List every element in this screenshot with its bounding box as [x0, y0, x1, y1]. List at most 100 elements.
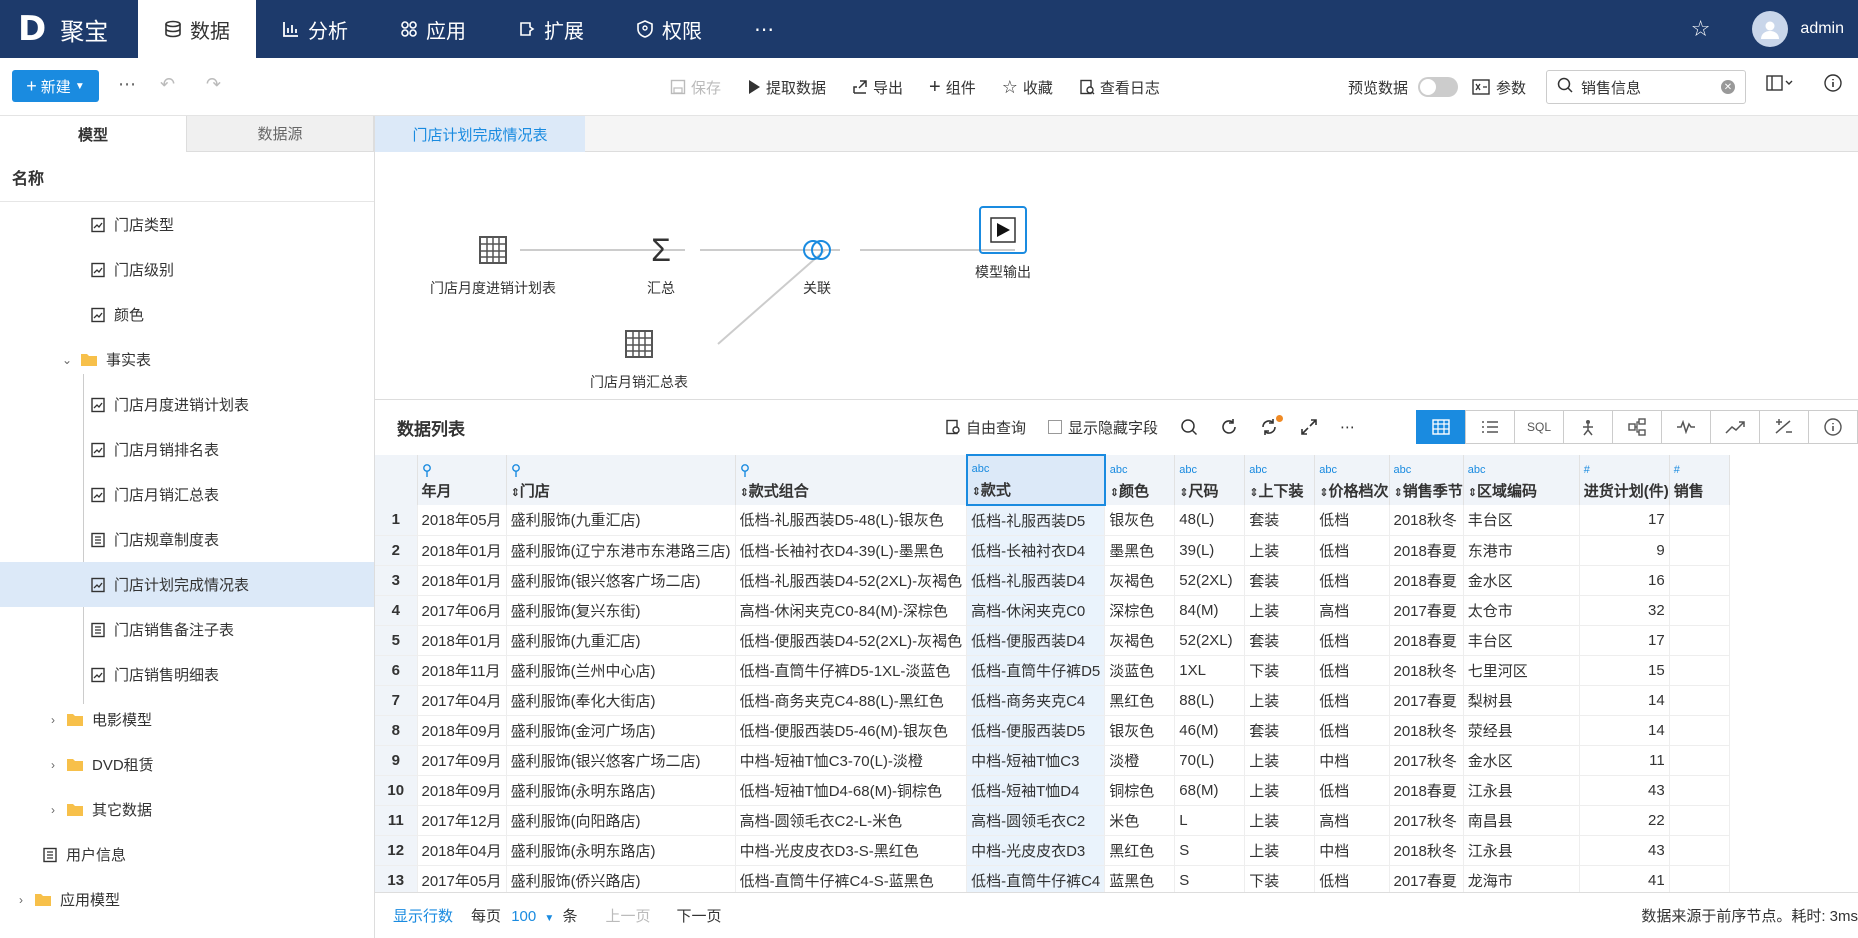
table-cell[interactable]: 盛利服饰(侨兴路店): [506, 865, 736, 892]
tree-item[interactable]: 门店规章制度表: [0, 517, 374, 562]
favorite-button[interactable]: ☆ 收藏: [1002, 77, 1053, 98]
table-cell[interactable]: 2018春夏: [1389, 625, 1464, 656]
table-cell[interactable]: 米色: [1104, 805, 1176, 836]
table-cell[interactable]: 淡橙: [1104, 745, 1176, 776]
table-cell[interactable]: 低档: [1314, 865, 1390, 892]
table-cell[interactable]: 2017年09月: [417, 745, 507, 776]
process-icon[interactable]: [1563, 410, 1613, 444]
node-sum[interactable]: Σ 汇总: [641, 230, 681, 298]
compare-icon[interactable]: [1759, 410, 1809, 444]
table-cell[interactable]: 低档-礼服西装D4-52(2XL)-灰褐色: [735, 565, 968, 596]
undo-icon[interactable]: ↶: [160, 74, 175, 95]
table-cell[interactable]: 盛利服饰(银兴悠客广场二店): [506, 565, 736, 596]
table-cell[interactable]: 中档-短袖T恤C3: [966, 745, 1106, 776]
search-input[interactable]: [1581, 78, 1721, 96]
preview-data-toggle[interactable]: 预览数据: [1348, 58, 1459, 116]
avatar[interactable]: [1752, 11, 1789, 47]
table-row[interactable]: 3 2018年01月 盛利服饰(银兴悠客广场二店) 低档-礼服西装D4-52(2XL)…: [375, 565, 1730, 596]
table-cell[interactable]: 淡蓝色: [1104, 655, 1176, 686]
table-cell[interactable]: 低档-直筒牛仔裤D5: [966, 655, 1106, 686]
sort-icon[interactable]: ⇕: [1468, 487, 1477, 499]
grid-view-button[interactable]: [1416, 410, 1466, 444]
table-cell[interactable]: 低档-直筒牛仔裤C4-S-蓝黑色: [735, 865, 968, 892]
table-cell[interactable]: 88(L): [1174, 685, 1246, 716]
logo[interactable]: D 聚宝: [0, 0, 138, 58]
table-cell[interactable]: 低档-便服西装D5-46(M)-银灰色: [735, 715, 968, 746]
table-cell[interactable]: 黑红色: [1104, 685, 1176, 716]
sort-icon[interactable]: ⇕: [511, 487, 520, 499]
table-cell[interactable]: 低档-直筒牛仔裤C4: [966, 865, 1106, 892]
chevron-right-icon[interactable]: ›: [14, 893, 28, 907]
table-cell[interactable]: 16: [1579, 565, 1670, 596]
table-cell[interactable]: 2017年12月: [417, 805, 507, 836]
tree-item[interactable]: 门店月销汇总表: [0, 472, 374, 517]
table-cell[interactable]: 盛利服饰(金河广场店): [506, 715, 736, 746]
table-cell[interactable]: 梨树县: [1463, 685, 1580, 716]
table-cell[interactable]: 低档: [1314, 505, 1390, 536]
table-cell[interactable]: 2017年05月: [417, 865, 507, 892]
table-cell[interactable]: 11: [1579, 745, 1670, 776]
table-cell[interactable]: 68(M): [1174, 775, 1246, 806]
table-cell[interactable]: 上装: [1244, 535, 1316, 566]
table-cell[interactable]: 灰褐色: [1104, 625, 1176, 656]
table-row[interactable]: 2 2018年01月 盛利服饰(辽宁东港市东港路三店) 低档-长袖衬衣D4-39(L)…: [375, 535, 1730, 566]
table-cell[interactable]: [1669, 595, 1730, 626]
table-cell[interactable]: 中档-光皮皮衣D3-S-黑红色: [735, 835, 968, 866]
table-cell[interactable]: 下装: [1244, 655, 1316, 686]
table-cell[interactable]: 2018年04月: [417, 835, 507, 866]
table-cell[interactable]: 46(M): [1174, 715, 1246, 746]
list-view-button[interactable]: [1465, 410, 1515, 444]
table-cell[interactable]: 48(L): [1174, 505, 1246, 536]
table-cell[interactable]: [1669, 625, 1730, 656]
table-cell[interactable]: 高档-休闲夹克C0: [966, 595, 1106, 626]
table-cell[interactable]: 盛利服饰(银兴悠客广场二店): [506, 745, 736, 776]
checkbox[interactable]: [1048, 420, 1063, 434]
table-cell[interactable]: 盛利服饰(永明东路店): [506, 835, 736, 866]
nav-extension[interactable]: 扩展: [492, 0, 610, 58]
table-cell[interactable]: 金水区: [1463, 565, 1580, 596]
table-cell[interactable]: 低档-短袖T恤D4-68(M)-铜棕色: [735, 775, 968, 806]
table-cell[interactable]: 银灰色: [1104, 715, 1176, 746]
table-cell[interactable]: 龙海市: [1463, 865, 1580, 892]
table-cell[interactable]: [1669, 835, 1730, 866]
table-cell[interactable]: 低档: [1314, 535, 1390, 566]
extract-data-button[interactable]: 提取数据: [747, 77, 826, 98]
table-cell[interactable]: 盛利服饰(奉化大街店): [506, 685, 736, 716]
table-cell[interactable]: 2017春夏: [1389, 595, 1464, 626]
column-header[interactable]: abc ⇕尺码: [1174, 455, 1246, 505]
search-box[interactable]: ✕: [1546, 70, 1746, 104]
table-cell[interactable]: 套装: [1244, 625, 1316, 656]
table-cell[interactable]: [1669, 865, 1730, 892]
table-cell[interactable]: 盛利服饰(永明东路店): [506, 775, 736, 806]
param-button[interactable]: 参数: [1472, 58, 1526, 116]
table-cell[interactable]: 2018年05月: [417, 505, 507, 536]
per-page-value[interactable]: 100: [511, 908, 536, 925]
view-log-button[interactable]: 查看日志: [1079, 77, 1160, 98]
tree-icon[interactable]: [1612, 410, 1662, 444]
table-cell[interactable]: [1669, 685, 1730, 716]
table-cell[interactable]: 中档: [1314, 745, 1390, 776]
more-icon[interactable]: ⋯: [1340, 418, 1355, 436]
table-row[interactable]: 12 2018年04月 盛利服饰(永明东路店) 中档-光皮皮衣D3-S-黑红色 中档-光…: [375, 835, 1730, 866]
table-cell[interactable]: 深棕色: [1104, 595, 1176, 626]
table-cell[interactable]: 2018秋冬: [1389, 715, 1464, 746]
node-join[interactable]: 关联: [797, 230, 837, 298]
table-cell[interactable]: 低档-短袖T恤D4: [966, 775, 1106, 806]
table-cell[interactable]: 17: [1579, 625, 1670, 656]
table-cell[interactable]: 高档-圆领毛衣C2: [966, 805, 1106, 836]
table-cell[interactable]: 盛利服饰(九重汇店): [506, 625, 736, 656]
refresh-icon[interactable]: [1220, 418, 1238, 436]
table-cell[interactable]: 低档-便服西装D4-52(2XL)-灰褐色: [735, 625, 968, 656]
sort-icon[interactable]: ⇕: [1110, 487, 1119, 499]
table-cell[interactable]: 盛利服饰(复兴东街): [506, 595, 736, 626]
tree-item[interactable]: 门店计划完成情况表: [0, 562, 374, 607]
table-cell[interactable]: 2018春夏: [1389, 535, 1464, 566]
table-cell[interactable]: 2018年01月: [417, 535, 507, 566]
table-cell[interactable]: 低档: [1314, 685, 1390, 716]
table-cell[interactable]: 39(L): [1174, 535, 1246, 566]
table-cell[interactable]: 上装: [1244, 805, 1316, 836]
table-cell[interactable]: 低档: [1314, 715, 1390, 746]
table-cell[interactable]: 上装: [1244, 595, 1316, 626]
column-header[interactable]: ⇕款式组合: [735, 455, 968, 505]
table-cell[interactable]: 2017年06月: [417, 595, 507, 626]
